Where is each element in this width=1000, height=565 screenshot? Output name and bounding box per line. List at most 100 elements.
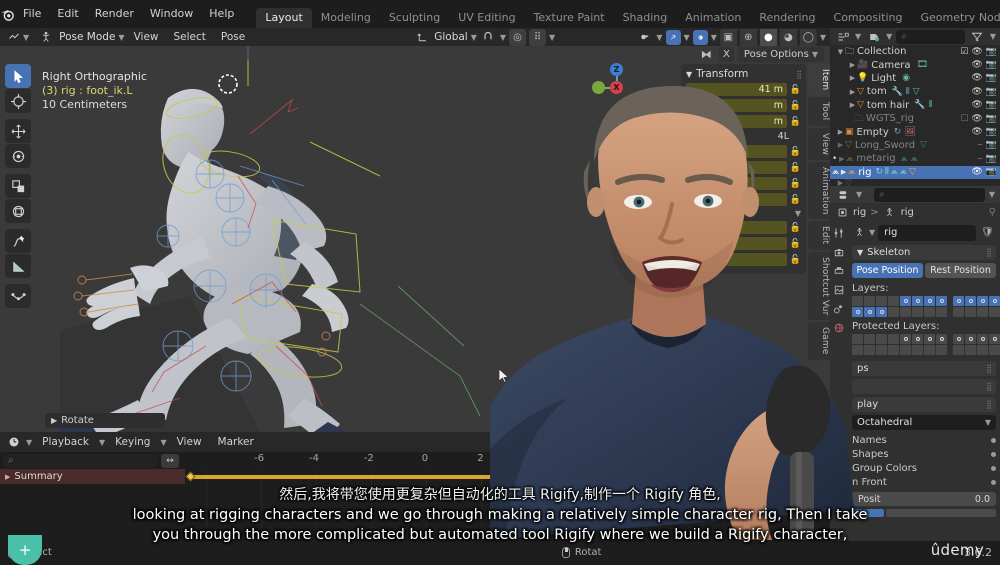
rendered-icon[interactable]: ◕	[779, 28, 797, 46]
protected-cell[interactable]	[900, 345, 911, 355]
panel-grip-icon[interactable]: ⣿	[986, 382, 992, 391]
menu-render[interactable]: Render	[87, 5, 142, 23]
camera-icon[interactable]: 📷	[986, 140, 997, 150]
camera-icon[interactable]: 📷	[986, 47, 997, 57]
mesh-data-icon[interactable]: ▽	[913, 87, 920, 97]
camera-icon[interactable]: 📷	[986, 154, 997, 164]
tab-texture-paint[interactable]: Texture Paint	[525, 8, 614, 28]
viewport-menu-select[interactable]: Select	[168, 29, 212, 45]
camera-icon[interactable]: 📷	[986, 87, 997, 97]
magnet-icon[interactable]	[480, 29, 497, 46]
wireframe-icon[interactable]: ▣	[719, 28, 737, 46]
chevron-right-icon[interactable]: ▶	[5, 473, 10, 481]
protected-cell[interactable]	[989, 334, 1000, 344]
material-preview-icon[interactable]: ●	[759, 28, 777, 46]
rotate-tool[interactable]	[5, 144, 31, 168]
orientation-chevron-icon[interactable]: ▼	[471, 33, 477, 42]
protected-cell[interactable]	[900, 334, 911, 344]
layer-cell[interactable]	[953, 307, 964, 317]
tweak-select-tool[interactable]	[5, 64, 31, 88]
checkbox-icon[interactable]: ☐	[960, 114, 968, 124]
protected-cell[interactable]	[989, 345, 1000, 355]
scale-tool[interactable]	[5, 174, 31, 198]
pose-icon[interactable]: ⩕	[891, 167, 898, 177]
eye-closed-icon[interactable]: ⌣	[977, 154, 983, 164]
shading-icon[interactable]	[692, 29, 708, 45]
falloff-chevron-icon[interactable]: ▼	[549, 33, 555, 42]
timeline-editor-icon[interactable]	[5, 434, 22, 451]
menu-window[interactable]: Window	[142, 5, 201, 23]
bone-tool[interactable]	[5, 284, 31, 308]
editor-type-icon[interactable]: ▼	[4, 30, 33, 45]
breadcrumb-data[interactable]: rig	[901, 207, 914, 218]
armature-data-icon[interactable]	[883, 204, 897, 221]
mode-chevron-icon[interactable]: ▼	[118, 33, 124, 42]
eye-icon[interactable]: 👁	[971, 60, 982, 70]
timeline-menu-keying[interactable]: Keying	[109, 434, 156, 450]
editor-type-chevron-icon[interactable]: ▼	[26, 438, 32, 447]
panel-grip-icon[interactable]: ⣿	[986, 400, 992, 409]
protected-cell[interactable]	[876, 345, 887, 355]
layer-cell[interactable]	[977, 307, 988, 317]
skeleton-panel-header[interactable]: ▼ Skeleton ⣿	[852, 245, 996, 260]
light-data-icon[interactable]: ◉	[902, 73, 910, 83]
pose-mode-icon[interactable]	[36, 30, 56, 45]
outliner-search-input[interactable]: ⌕	[896, 29, 965, 44]
tab-modeling[interactable]: Modeling	[312, 8, 380, 28]
tab-animation[interactable]: Animation	[676, 8, 750, 28]
eye-icon[interactable]: 👁	[971, 127, 982, 137]
falloff-icon[interactable]: ⠿	[529, 28, 547, 46]
menu-help[interactable]: Help	[201, 5, 242, 23]
protected-cell[interactable]	[936, 345, 947, 355]
rest-position-button[interactable]: Rest Position	[925, 263, 996, 278]
protected-cell[interactable]	[876, 334, 887, 344]
eye-closed-icon[interactable]: ⌣	[977, 140, 983, 150]
mesh-data-icon[interactable]: ▽	[920, 140, 927, 150]
tab-rendering[interactable]: Rendering	[750, 8, 824, 28]
protected-cell[interactable]	[953, 334, 964, 344]
layer-cell[interactable]	[936, 296, 947, 306]
display-option-shapes[interactable]: Shapes	[852, 447, 996, 461]
properties-search-input[interactable]: ⌕	[874, 187, 985, 202]
camera-icon[interactable]: 📷	[986, 73, 997, 83]
operator-redo-panel[interactable]: ▶ Rotate	[45, 413, 165, 428]
layer-cell[interactable]	[900, 296, 911, 306]
tab-compositing[interactable]: Compositing	[825, 8, 912, 28]
layer-cell[interactable]	[989, 307, 1000, 317]
mesh-data-icon[interactable]: ▽	[909, 167, 916, 177]
timeline-menu-playback[interactable]: Playback	[36, 434, 95, 450]
camera-icon[interactable]: 📷	[986, 127, 997, 137]
solid-icon[interactable]: ⊕	[739, 28, 757, 46]
move-tool[interactable]	[5, 119, 31, 143]
mode-label[interactable]: Pose Mode	[59, 31, 115, 43]
layer-cell[interactable]	[876, 296, 887, 306]
layer-cell[interactable]	[924, 307, 935, 317]
protected-cell[interactable]	[936, 334, 947, 344]
eye-icon[interactable]: 👁	[971, 100, 982, 110]
snap-chevron-icon[interactable]: ▼	[500, 33, 506, 42]
layer-cell[interactable]	[900, 307, 911, 317]
protected-cell[interactable]	[953, 345, 964, 355]
display-as-dropdown[interactable]: Octahedral ▼	[852, 415, 996, 430]
eye-icon[interactable]: 👁	[971, 114, 982, 124]
proportional-edit-icon[interactable]: ◎	[509, 28, 527, 46]
layer-cell[interactable]	[989, 296, 1000, 306]
filter-id-chevron-icon[interactable]: ▼	[886, 32, 892, 41]
layer-cell[interactable]	[953, 296, 964, 306]
image-data-icon[interactable]: 🖼	[904, 127, 915, 137]
display-mode-icon[interactable]	[834, 28, 851, 45]
protected-cell[interactable]	[977, 345, 988, 355]
xray-icon[interactable]	[665, 29, 681, 45]
timeline-menu-view[interactable]: View	[171, 434, 208, 450]
camera-icon[interactable]: 📷	[986, 100, 997, 110]
tab-shading[interactable]: Shading	[614, 8, 677, 28]
pose-options-button[interactable]: Pose Options ▼	[737, 46, 824, 62]
menu-file[interactable]: File	[15, 5, 49, 23]
eye-icon[interactable]: 👁	[971, 73, 982, 83]
eye-icon[interactable]: 👁	[971, 47, 982, 57]
properties-filter-chevron-icon[interactable]: ▼	[989, 190, 995, 199]
display-option-in-front[interactable]: n Front	[852, 475, 996, 489]
layer-cell[interactable]	[924, 296, 935, 306]
horizontal-arrows-icon[interactable]: ↔	[161, 453, 179, 468]
armature-data-icon[interactable]: ⩕	[911, 154, 918, 164]
